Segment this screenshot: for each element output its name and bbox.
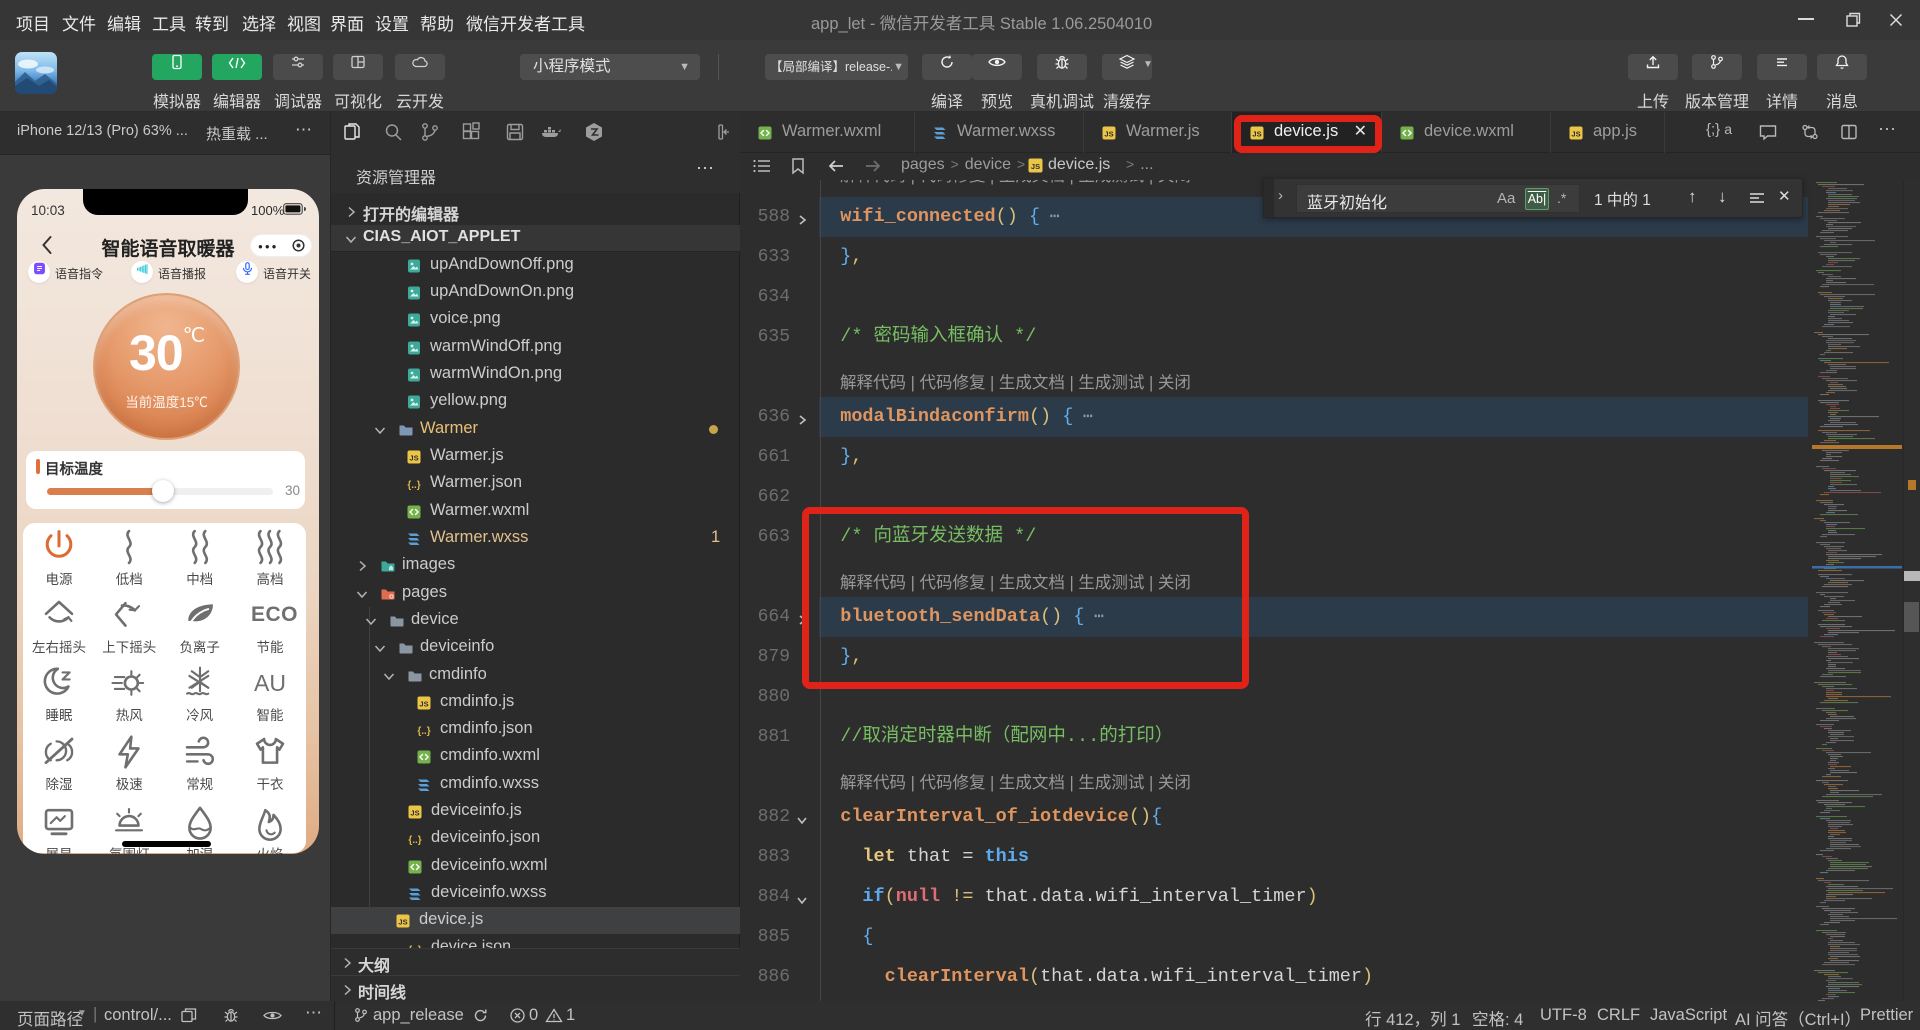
- svg-text:JS: JS: [1031, 162, 1040, 171]
- svg-text:JS: JS: [419, 699, 428, 708]
- svg-text:{..}: {..}: [408, 835, 421, 846]
- svg-text:{..}: {..}: [407, 480, 420, 491]
- svg-text:JS: JS: [1104, 130, 1113, 139]
- svg-text:JS: JS: [398, 918, 407, 927]
- svg-text:{..}: {..}: [417, 726, 430, 737]
- svg-text:JS: JS: [1571, 130, 1580, 139]
- svg-text:JS: JS: [409, 453, 418, 462]
- svg-text:JS: JS: [410, 809, 419, 818]
